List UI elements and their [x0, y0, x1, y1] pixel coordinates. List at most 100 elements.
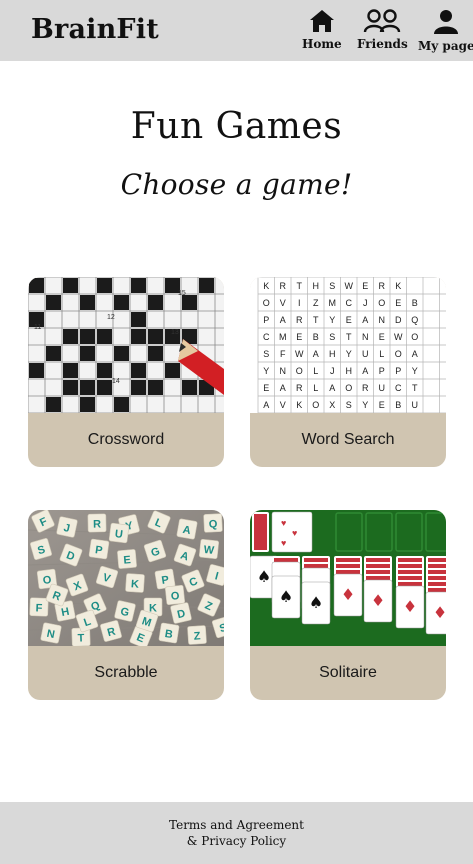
- word-search-letter: W: [345, 281, 354, 291]
- home-icon: [309, 10, 334, 32]
- nav-friends[interactable]: Friends: [357, 9, 408, 51]
- scrabble-tile: K: [125, 573, 145, 593]
- nav-home-label: Home: [302, 37, 342, 51]
- crossword-image: 11 12 13 14 15: [28, 277, 224, 413]
- word-search-letter: A: [412, 349, 418, 359]
- svg-text:W: W: [203, 544, 215, 557]
- nav-home[interactable]: Home: [302, 9, 342, 51]
- word-search-letter: S: [346, 400, 352, 410]
- game-label-scrabble: Scrabble: [94, 664, 158, 681]
- game-card-crossword[interactable]: 11 12 13 14 15 Crossword: [28, 277, 224, 467]
- user-icon: [434, 10, 459, 34]
- solitaire-image: ♥ ♥ ♥ ♠♠♠♠♠♦♦♦♦: [250, 510, 446, 646]
- word-search-letter: B: [395, 400, 401, 410]
- nav-my-page-label: My page: [418, 39, 473, 53]
- privacy-link[interactable]: & Privacy Policy: [187, 833, 286, 849]
- word-search-letter: N: [280, 366, 287, 376]
- scrabble-tile: N: [40, 622, 62, 644]
- word-search-letter: Y: [346, 349, 352, 359]
- word-search-letter: L: [379, 349, 384, 359]
- word-search-letter: L: [313, 383, 318, 393]
- word-search-letter: C: [346, 298, 353, 308]
- word-search-letter: O: [345, 383, 352, 393]
- word-search-letter: O: [296, 366, 303, 376]
- svg-text:♠: ♠: [257, 567, 271, 586]
- svg-text:♥: ♥: [281, 538, 286, 548]
- word-search-letter: U: [379, 383, 386, 393]
- word-search-letter: D: [395, 315, 402, 325]
- crossword-number: 14: [112, 378, 120, 385]
- word-search-letter: A: [263, 400, 269, 410]
- scrabble-tile: U: [108, 522, 130, 544]
- word-search-letter: A: [329, 383, 335, 393]
- word-search-letter: L: [313, 366, 318, 376]
- scrabble-tile: B: [158, 622, 180, 644]
- word-search-letter: Y: [412, 366, 418, 376]
- word-search-letter: Y: [362, 400, 368, 410]
- word-search-letter: R: [296, 383, 303, 393]
- word-search-image: KRTHSWERKOVIZMCJOEBPARTYEANDQCMEBSTNEWOS…: [250, 277, 446, 413]
- word-search-letter: E: [346, 315, 352, 325]
- word-search-letter: Z: [313, 298, 319, 308]
- nav-my-page[interactable]: My page: [418, 9, 473, 53]
- word-search-letter: K: [263, 281, 269, 291]
- word-search-letter: C: [395, 383, 402, 393]
- terms-link[interactable]: Terms and Agreement: [169, 817, 304, 833]
- word-search-letter: T: [297, 281, 303, 291]
- svg-text:♠: ♠: [309, 593, 323, 612]
- page-subtitle: Choose a game!: [120, 168, 353, 201]
- word-search-letter: E: [379, 400, 385, 410]
- word-search-letter: J: [363, 298, 368, 308]
- svg-text:♦: ♦: [341, 585, 355, 604]
- word-search-letter: B: [412, 298, 418, 308]
- word-search-letter: F: [280, 349, 286, 359]
- word-search-letter: N: [362, 332, 369, 342]
- word-search-letter: A: [313, 349, 319, 359]
- nav-friends-label: Friends: [357, 37, 408, 51]
- scrabble-tile: A: [176, 518, 198, 540]
- svg-text:♦: ♦: [403, 597, 417, 616]
- svg-text:Q: Q: [208, 518, 218, 530]
- game-card-scrabble[interactable]: FJRYLAQSDPEGAWOXVKPCIFHQGKDZNTREBZSRUOLM…: [28, 510, 224, 700]
- scrabble-tile: F: [29, 597, 49, 617]
- word-search-letter: T: [313, 315, 319, 325]
- word-search-letter: K: [395, 281, 401, 291]
- word-search-letter: R: [296, 315, 303, 325]
- svg-text:Z: Z: [193, 630, 201, 642]
- word-search-letter: Y: [329, 315, 335, 325]
- scrabble-tile: W: [199, 539, 219, 559]
- crossword-number: 13: [171, 329, 179, 336]
- word-search-letter: V: [280, 298, 286, 308]
- game-label-word-search: Word Search: [301, 431, 395, 448]
- brand-logo[interactable]: BrainFit: [31, 14, 159, 45]
- word-search-letter: S: [263, 349, 269, 359]
- word-search-letter: I: [298, 298, 301, 308]
- game-card-solitaire[interactable]: ♥ ♥ ♥ ♠♠♠♠♠♦♦♦♦ Solitaire: [250, 510, 446, 700]
- game-card-word-search[interactable]: KRTHSWERKOVIZMCJOEBPARTYEANDQCMEBSTNEWOS…: [250, 277, 446, 467]
- svg-text:♥: ♥: [281, 518, 286, 528]
- word-search-letter: J: [330, 366, 335, 376]
- svg-text:F: F: [35, 602, 42, 614]
- word-search-letter: V: [280, 400, 286, 410]
- word-search-letter: E: [296, 332, 302, 342]
- word-search-letter: P: [379, 366, 385, 376]
- game-label-crossword: Crossword: [87, 431, 165, 448]
- word-search-letter: A: [362, 366, 368, 376]
- word-search-letter: R: [280, 281, 287, 291]
- scrabble-tile: E: [117, 549, 137, 569]
- word-search-letter: P: [263, 315, 269, 325]
- word-search-letter: U: [362, 349, 369, 359]
- scrabble-tile: P: [88, 538, 110, 560]
- word-search-letter: U: [412, 400, 419, 410]
- word-search-letter: E: [263, 383, 269, 393]
- crossword-number: 12: [107, 314, 115, 321]
- word-search-letter: H: [329, 349, 336, 359]
- word-search-letter: R: [379, 281, 386, 291]
- word-search-letter: W: [295, 349, 304, 359]
- word-search-letter: P: [395, 366, 401, 376]
- word-search-letter: Y: [263, 366, 269, 376]
- word-search-letter: Q: [411, 315, 418, 325]
- word-search-letter: M: [279, 332, 287, 342]
- scrabble-image: FJRYLAQSDPEGAWOXVKPCIFHQGKDZNTREBZSRUOLM: [28, 510, 224, 646]
- svg-text:♦: ♦: [371, 591, 385, 610]
